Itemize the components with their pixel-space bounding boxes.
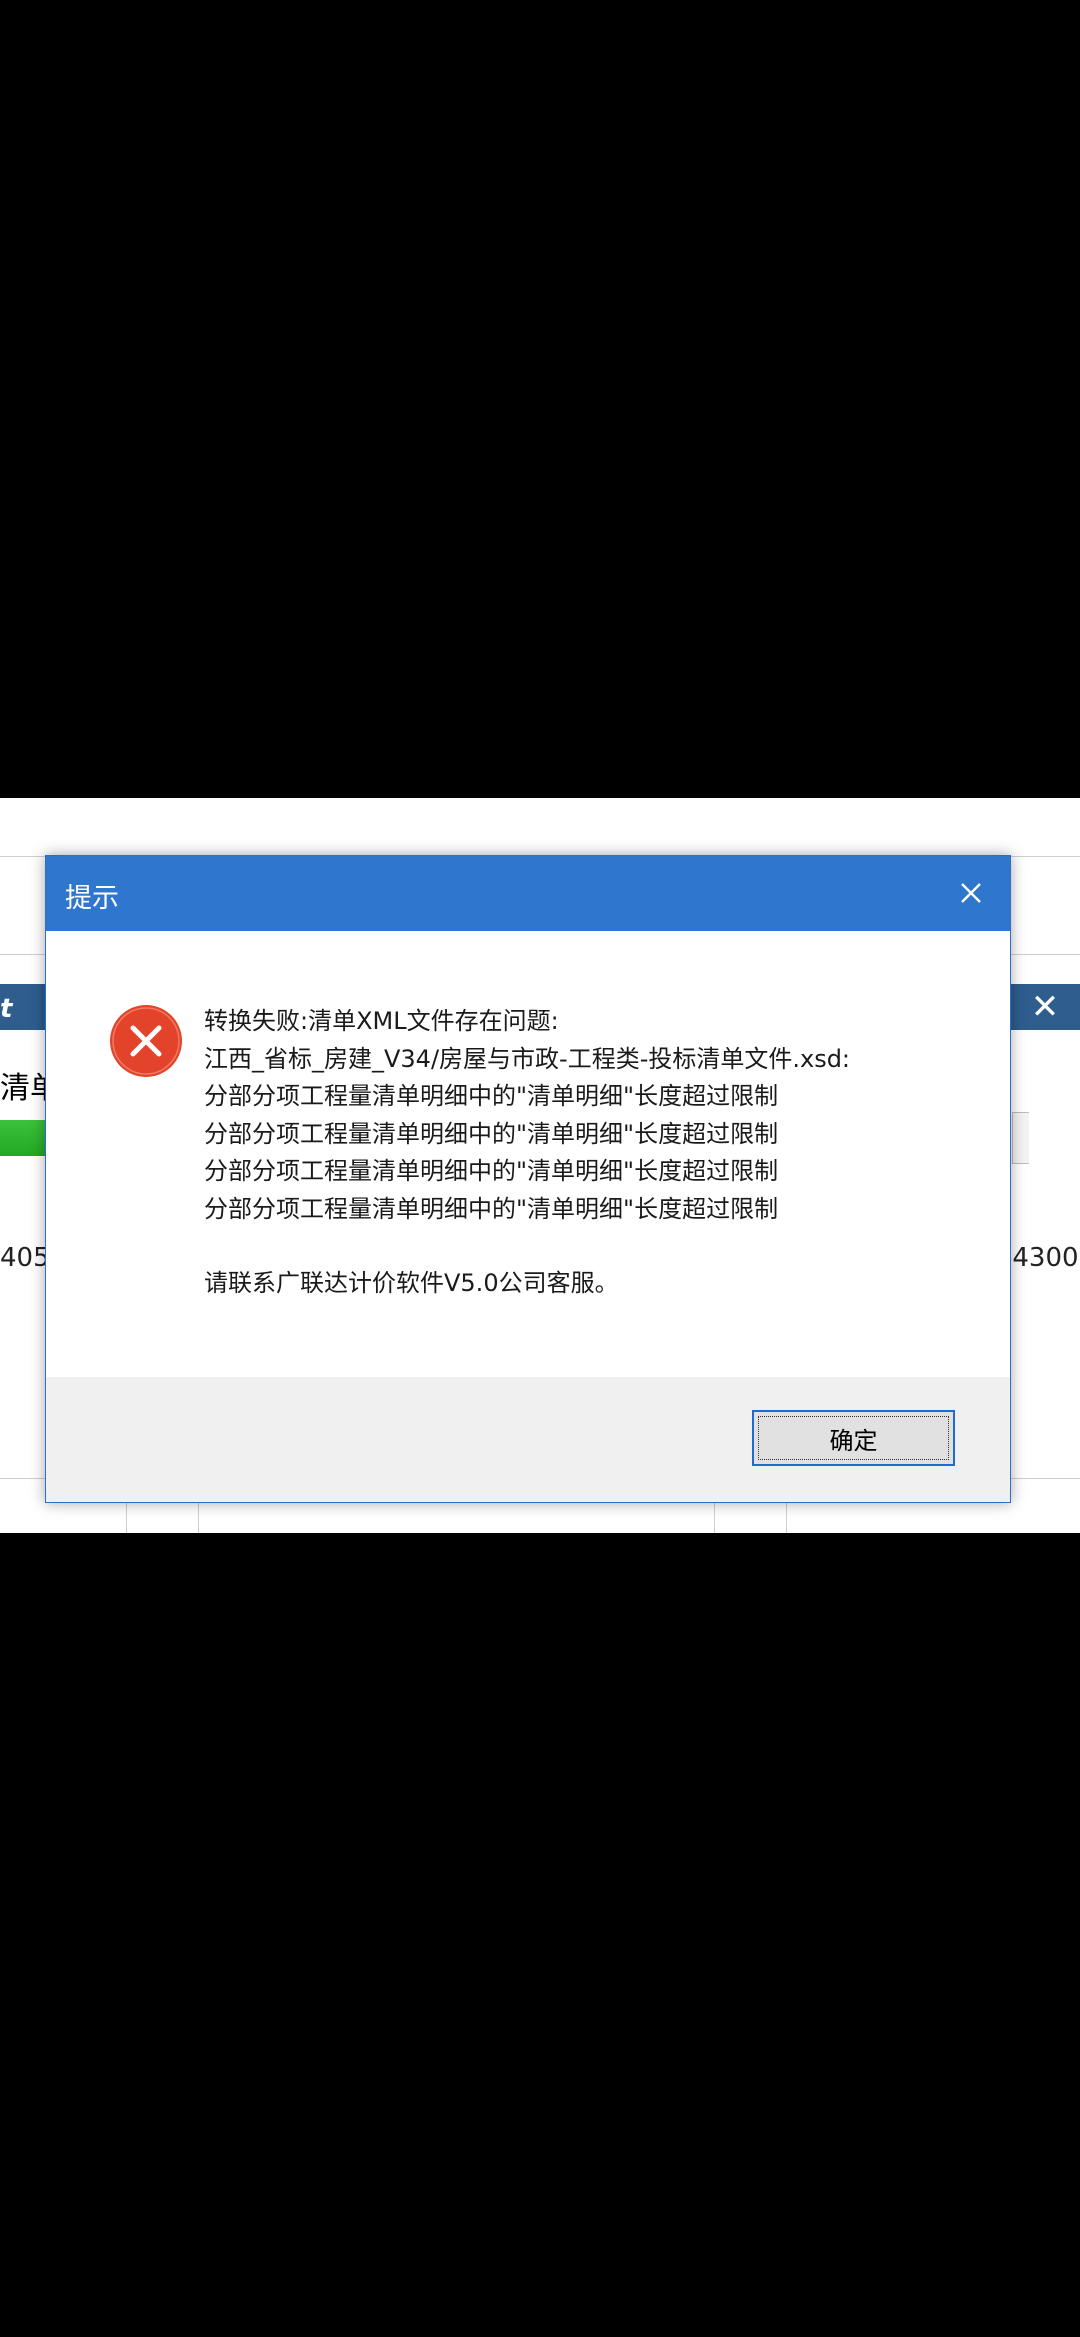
alert-dialog: 提示 转换失败:清单XML文件存在问题: 江西_省标_房建_V34/房屋与市政-…: [45, 855, 1011, 1503]
dialog-footer: 确定: [46, 1377, 1010, 1502]
screen: t ✕ 清单标 405 -4300 提示: [0, 0, 1080, 2337]
background-number-left: 405: [0, 1243, 50, 1273]
message-line: 转换失败:清单XML文件存在问题:: [204, 1007, 559, 1035]
message-line: 分部分项工程量清单明细中的"清单明细"长度超过限制: [204, 1194, 779, 1223]
background-number-right: -4300: [1003, 1243, 1079, 1273]
message-line: 分部分项工程量清单明细中的"清单明细"长度超过限制: [204, 1119, 779, 1148]
contact-message: 请联系广联达计价软件V5.0公司客服。: [204, 1269, 619, 1297]
background-input-field: [1012, 1112, 1029, 1164]
dialog-body: 转换失败:清单XML文件存在问题: 江西_省标_房建_V34/房屋与市政-工程类…: [46, 931, 1010, 1377]
focus-outline: [758, 1416, 949, 1460]
dialog-title: 提示: [65, 883, 119, 914]
close-icon[interactable]: [944, 866, 998, 920]
dialog-titlebar: 提示: [46, 856, 1010, 931]
error-message: 转换失败:清单XML文件存在问题: 江西_省标_房建_V34/房屋与市政-工程类…: [204, 1003, 850, 1228]
background-window-logo: t: [0, 994, 13, 1024]
ok-button[interactable]: 确定: [752, 1410, 955, 1466]
background-close-icon[interactable]: ✕: [1024, 984, 1066, 1030]
error-icon: [109, 1004, 183, 1078]
message-line: 江西_省标_房建_V34/房屋与市政-工程类-投标清单文件.xsd:: [204, 1044, 851, 1073]
message-line: 分部分项工程量清单明细中的"清单明细"长度超过限制: [204, 1082, 779, 1110]
message-line: 分部分项工程量清单明细中的"清单明细"长度超过限制: [204, 1157, 779, 1185]
